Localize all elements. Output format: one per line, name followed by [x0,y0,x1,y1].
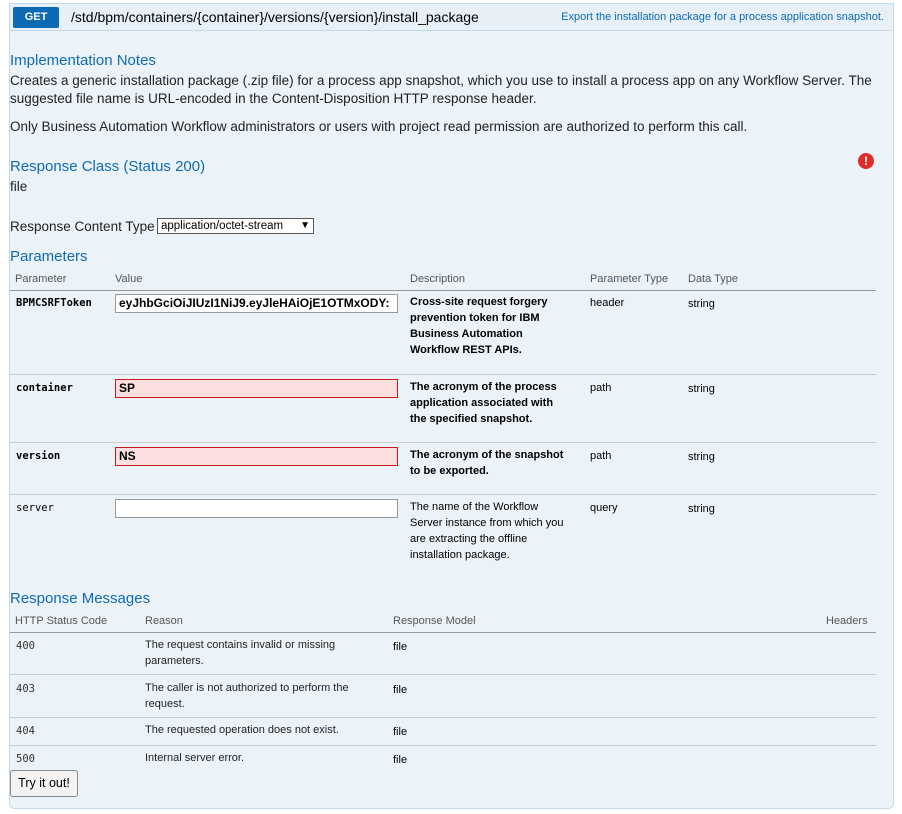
container-input[interactable]: SP [115,379,398,398]
endpoint-path[interactable]: /std/bpm/containers/{container}/versions… [71,8,479,26]
row-divider [10,674,876,675]
row-divider [10,374,876,375]
resp-col-headers: Headers [826,615,868,627]
parameters-heading: Parameters [10,248,88,265]
endpoint-summary-link[interactable]: Export the installation package for a pr… [561,11,884,24]
response-class-heading: Response Class (Status 200) [10,158,206,175]
resp-col-reason: Reason [145,615,183,627]
resp-col-response-model: Response Model [393,615,476,627]
response-content-type-label: Response Content Type [10,219,155,234]
response-reason: The request contains invalid or missing … [145,639,336,667]
response-header-divider [10,632,876,633]
response-status-code: 404 [16,725,35,737]
param-name: server [16,502,54,514]
param-description: The name of the Workflow Server instance… [410,501,564,561]
response-reason: The caller is not authorized to perform … [145,682,349,710]
response-reason: The requested operation does not exist. [145,724,339,736]
param-col-data-type: Data Type [688,273,738,285]
response-reason: Internal server error. [145,752,245,764]
param-name: version [16,450,61,462]
implementation-notes-line-3: Only Business Automation Workflow admini… [10,119,748,134]
response-content-type-value: application/octet-stream [161,220,284,232]
param-type: header [590,297,625,309]
implementation-notes-heading: Implementation Notes [10,52,156,69]
param-data-type: string [688,383,715,395]
try-it-out-button[interactable]: Try it out! [10,770,78,797]
param-type: path [590,382,612,394]
response-status-code: 500 [16,753,35,765]
response-status-code: 400 [16,640,35,652]
param-data-type: string [688,451,715,463]
response-content-type-select[interactable]: application/octet-stream ▼ [157,218,314,234]
param-name: BPMCSRFToken [16,297,92,309]
row-divider [10,717,876,718]
param-type: query [590,502,618,514]
param-header-divider [10,290,876,291]
param-data-type: string [688,503,715,515]
param-description: The acronym of the process application a… [410,381,557,425]
param-description: The acronym of the snapshot to be export… [410,449,564,477]
param-col-parameter: Parameter [15,273,67,285]
chevron-down-icon: ▼ [300,220,310,231]
resp-col-status-code: HTTP Status Code [15,615,108,627]
response-model: file [393,726,408,738]
row-divider [10,494,876,495]
response-model: file [393,684,408,696]
response-messages-heading: Response Messages [10,590,151,607]
http-method-badge[interactable]: GET [13,7,59,28]
response-class-value: file [10,179,28,194]
response-model: file [393,641,408,653]
row-divider [10,745,876,746]
server-input[interactable] [115,499,398,518]
param-col-value: Value [115,273,143,285]
param-col-parameter-type: Parameter Type [590,273,669,285]
param-name: container [16,382,73,394]
version-input[interactable]: NS [115,447,398,466]
response-model: file [393,754,408,766]
param-col-description: Description [410,273,466,285]
response-status-code: 403 [16,683,35,695]
param-data-type: string [688,298,715,310]
error-icon[interactable]: ! [858,153,874,169]
bpmcsrftoken-input[interactable]: eyJhbGciOiJIUzI1NiJ9.eyJleHAiOjE1OTMxODY… [115,294,398,313]
param-description: Cross-site request forgery prevention to… [410,296,548,356]
implementation-notes-line-1: Creates a generic installation package (… [10,73,872,88]
param-type: path [590,450,612,462]
row-divider [10,442,876,443]
implementation-notes-line-2: suggested file name is URL-encoded in th… [10,91,537,106]
operation-heading[interactable]: GET /std/bpm/containers/{container}/vers… [10,4,893,31]
